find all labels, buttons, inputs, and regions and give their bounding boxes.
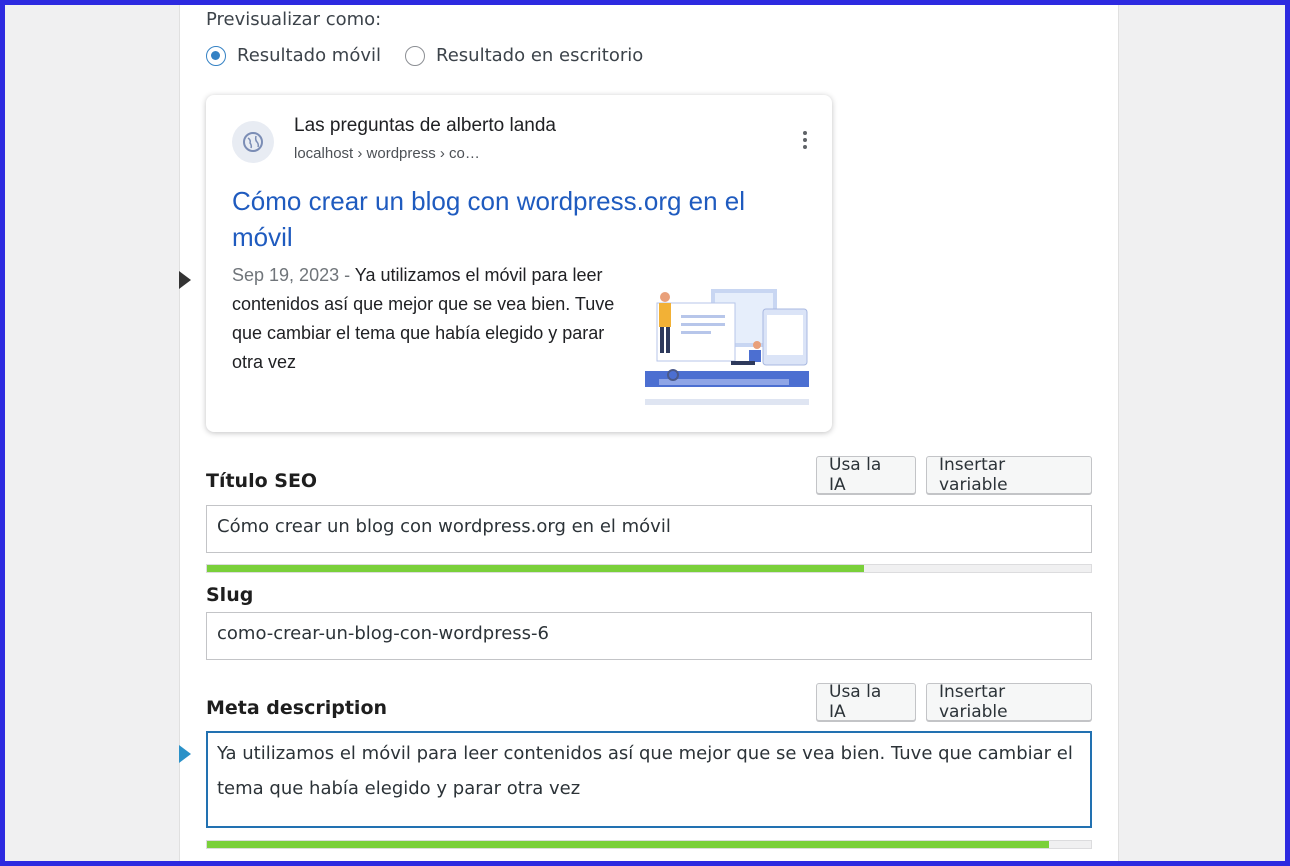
focus-arrow-icon <box>179 745 191 763</box>
meta-description-label: Meta description <box>206 697 388 719</box>
seo-title-progress-bar <box>206 564 1092 573</box>
seo-title-label: Título SEO <box>206 470 318 492</box>
radio-mobile-label[interactable]: Resultado móvil <box>237 45 381 66</box>
serp-preview-card: Las preguntas de alberto landa localhost… <box>206 95 832 432</box>
collapse-arrow-icon <box>179 271 191 289</box>
radio-desktop[interactable] <box>405 45 426 66</box>
seo-title-ai-button[interactable]: Usa la IA <box>816 455 916 495</box>
serp-title[interactable]: Cómo crear un blog con wordpress.org en … <box>232 183 802 255</box>
more-vertical-icon[interactable] <box>802 131 808 152</box>
meta-description-progress-bar <box>206 840 1092 849</box>
screenshot-frame: Previsualizar como: Resultado móvil Resu… <box>5 5 1285 861</box>
seo-title-progress-fill <box>207 565 864 572</box>
serp-separator: - <box>339 265 355 285</box>
preview-label: Previsualizar como: <box>206 9 382 30</box>
preview-mode-radios: Resultado móvil Resultado en escritorio <box>206 45 643 66</box>
slug-input[interactable]: como-crear-un-blog-con-wordpress-6 <box>206 612 1092 660</box>
meta-description-ai-button[interactable]: Usa la IA <box>816 682 916 722</box>
meta-description-insert-variable-button[interactable]: Insertar variable <box>926 682 1092 722</box>
globe-icon <box>232 121 274 163</box>
seo-settings-panel: Previsualizar como: Resultado móvil Resu… <box>179 5 1119 861</box>
radio-desktop-label[interactable]: Resultado en escritorio <box>436 45 643 66</box>
slug-label: Slug <box>206 584 254 606</box>
meta-description-progress-fill <box>207 841 1050 848</box>
radio-mobile[interactable] <box>206 45 226 66</box>
meta-description-textarea[interactable]: Ya utilizamos el móvil para leer conteni… <box>206 731 1092 828</box>
serp-date: Sep 19, 2023 <box>232 265 340 285</box>
serp-thumbnail-image: A <box>645 275 809 405</box>
serp-url: localhost › wordpress › co… <box>294 145 480 162</box>
seo-title-input[interactable]: Cómo crear un blog con wordpress.org en … <box>206 505 1092 553</box>
serp-site-name: Las preguntas de alberto landa <box>294 115 556 136</box>
seo-title-insert-variable-button[interactable]: Insertar variable <box>926 455 1092 495</box>
serp-description: Sep 19, 2023 - Ya utilizamos el móvil pa… <box>232 261 622 377</box>
